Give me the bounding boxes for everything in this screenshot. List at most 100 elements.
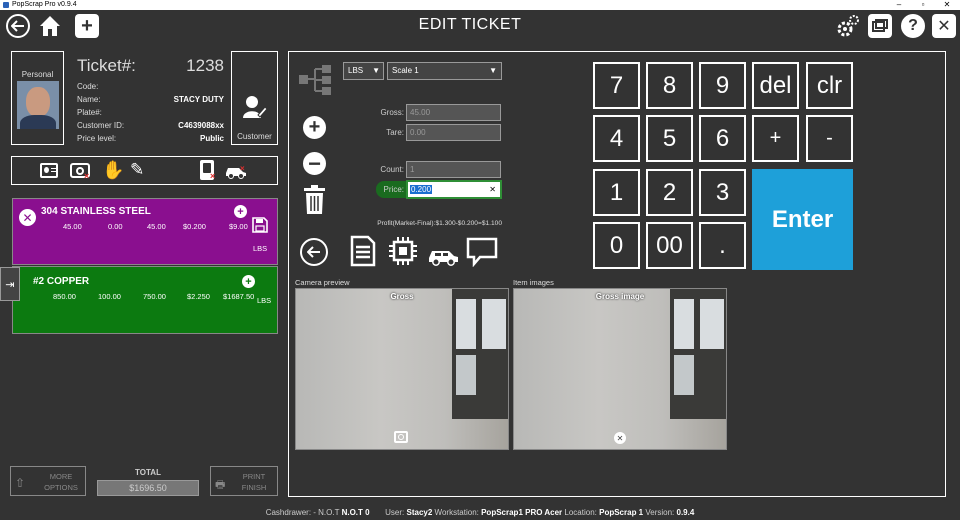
document-icon[interactable] xyxy=(350,235,376,267)
key-del[interactable]: del xyxy=(752,62,799,109)
signature-remove-icon[interactable]: ✎ xyxy=(130,160,144,180)
home-button[interactable] xyxy=(38,14,62,38)
exit-arrow-icon: ⇥ xyxy=(5,278,15,291)
printer-icon: 🖶 xyxy=(215,479,226,491)
side-drawer-tab[interactable]: ⇥ xyxy=(0,267,20,301)
gears-icon xyxy=(837,15,859,37)
item-card-1[interactable]: #2 COPPER + 850.00 100.00 750.00 $2.250 … xyxy=(12,266,278,334)
add-item-icon[interactable]: + xyxy=(234,205,247,218)
help-button[interactable]: ? xyxy=(901,14,925,38)
back-button[interactable] xyxy=(6,14,30,38)
remove-item-icon[interactable]: ✕ xyxy=(19,209,36,226)
key-8[interactable]: 8 xyxy=(646,62,693,109)
plus-icon: + xyxy=(308,116,321,138)
car-icon[interactable] xyxy=(427,244,459,266)
item-name: #2 COPPER xyxy=(33,276,90,287)
item-net: 45.00 xyxy=(147,222,166,231)
camera-remove-icon[interactable]: × xyxy=(70,163,90,181)
document-remove-icon[interactable]: × xyxy=(200,160,215,181)
location-value: PopScrap 1 xyxy=(599,508,644,517)
item-gross: 850.00 xyxy=(53,292,76,301)
chevron-down-icon: ▼ xyxy=(489,66,497,75)
ticket-label: Ticket#: xyxy=(77,56,136,75)
item-amount: $1687.50 xyxy=(223,292,255,301)
add-item-icon[interactable]: + xyxy=(242,275,255,288)
key-3[interactable]: 3 xyxy=(699,169,746,216)
version-label: Version: xyxy=(645,508,675,517)
location-label: Location: xyxy=(564,508,597,517)
key-0[interactable]: 0 xyxy=(593,222,640,269)
item-tare: 100.00 xyxy=(98,292,121,301)
key-4[interactable]: 4 xyxy=(593,115,640,162)
minus-icon: − xyxy=(308,150,321,176)
more-label: MORE xyxy=(49,472,73,481)
new-ticket-button[interactable]: + xyxy=(75,14,99,38)
count-field[interactable]: 1 xyxy=(406,161,501,178)
question-icon: ? xyxy=(908,17,918,34)
key-plus[interactable]: + xyxy=(752,115,799,162)
back-circle-button[interactable] xyxy=(300,238,328,266)
unit-select[interactable]: LBS ▼ xyxy=(343,62,384,80)
vehicle-remove-icon[interactable]: × xyxy=(224,163,248,184)
arrow-left-icon xyxy=(307,246,320,258)
customer-id-label: Customer ID: xyxy=(77,121,125,130)
camera-caption: Gross xyxy=(390,292,414,301)
settings-button[interactable] xyxy=(836,14,860,38)
key-clr[interactable]: clr xyxy=(806,62,853,109)
key-2[interactable]: 2 xyxy=(646,169,693,216)
tare-label: Tare: xyxy=(386,128,404,137)
subtract-button[interactable]: − xyxy=(303,150,326,176)
status-bar: Cashdrawer: - N.O.T N.O.T 0 User: Stacy2… xyxy=(0,508,960,517)
hierarchy-icon[interactable] xyxy=(297,64,333,96)
id-card-icon[interactable] xyxy=(40,163,58,178)
add-button[interactable]: + xyxy=(303,116,326,139)
code-label: Code: xyxy=(77,82,99,91)
maximize-button[interactable]: ▫ xyxy=(912,0,934,10)
price-label: Price: xyxy=(383,185,404,194)
item-name: 304 STAINLESS STEEL xyxy=(41,206,151,217)
windows-button[interactable] xyxy=(868,14,892,38)
print-finish-button[interactable]: 🖶 PRINT FINISH xyxy=(210,466,278,496)
item-card-0[interactable]: ✕ 304 STAINLESS STEEL + 45.00 0.00 45.00… xyxy=(12,198,278,265)
upload-icon: ⇧ xyxy=(15,476,26,490)
save-icon[interactable] xyxy=(252,217,268,233)
user-label: User: xyxy=(385,508,405,517)
tare-field[interactable]: 0.00 xyxy=(406,124,501,141)
fingerprint-remove-icon[interactable]: ✋ xyxy=(102,160,124,181)
arrow-left-icon xyxy=(11,20,24,32)
clear-field-icon[interactable]: ✕ xyxy=(489,182,496,197)
scale-select-value: Scale 1 xyxy=(392,66,419,75)
camera-scene-window xyxy=(452,289,508,419)
plate-label: Plate#: xyxy=(77,108,102,117)
camera-icon[interactable] xyxy=(394,431,408,443)
key-5[interactable]: 5 xyxy=(646,115,693,162)
remove-image-icon[interactable]: ✕ xyxy=(614,432,626,444)
scale-select[interactable]: Scale 1 ▼ xyxy=(387,62,502,80)
enter-button[interactable]: Enter xyxy=(752,169,853,270)
key-6[interactable]: 6 xyxy=(699,115,746,162)
gross-field[interactable]: 45.00 xyxy=(406,104,501,121)
page-title: EDIT TICKET xyxy=(418,16,522,33)
close-button[interactable]: ✕ xyxy=(932,14,956,38)
key-9[interactable]: 9 xyxy=(699,62,746,109)
comment-icon[interactable] xyxy=(466,237,498,267)
key-1[interactable]: 1 xyxy=(593,169,640,216)
customer-photo-frame[interactable]: Personal xyxy=(11,51,64,145)
chevron-down-icon: ▼ xyxy=(372,66,380,75)
key-minus[interactable]: - xyxy=(806,115,853,162)
minimize-button[interactable]: – xyxy=(888,0,910,10)
customer-button[interactable]: Customer xyxy=(231,51,278,145)
item-net: 750.00 xyxy=(143,292,166,301)
more-options-button[interactable]: ⇧ MORE OPTIONS xyxy=(10,466,86,496)
key-00[interactable]: 00 xyxy=(646,222,693,269)
cashdrawer-value: N.O.T 0 xyxy=(341,508,370,517)
plus-icon: + xyxy=(81,14,93,37)
key-7[interactable]: 7 xyxy=(593,62,640,109)
options-label: OPTIONS xyxy=(44,483,78,492)
key-dot[interactable]: . xyxy=(699,222,746,269)
item-tare: 0.00 xyxy=(108,222,123,231)
chip-icon[interactable] xyxy=(388,236,418,266)
delete-button[interactable] xyxy=(303,185,326,215)
close-window-button[interactable]: ✕ xyxy=(936,0,958,10)
price-field[interactable]: 0.200 ✕ xyxy=(406,180,502,199)
